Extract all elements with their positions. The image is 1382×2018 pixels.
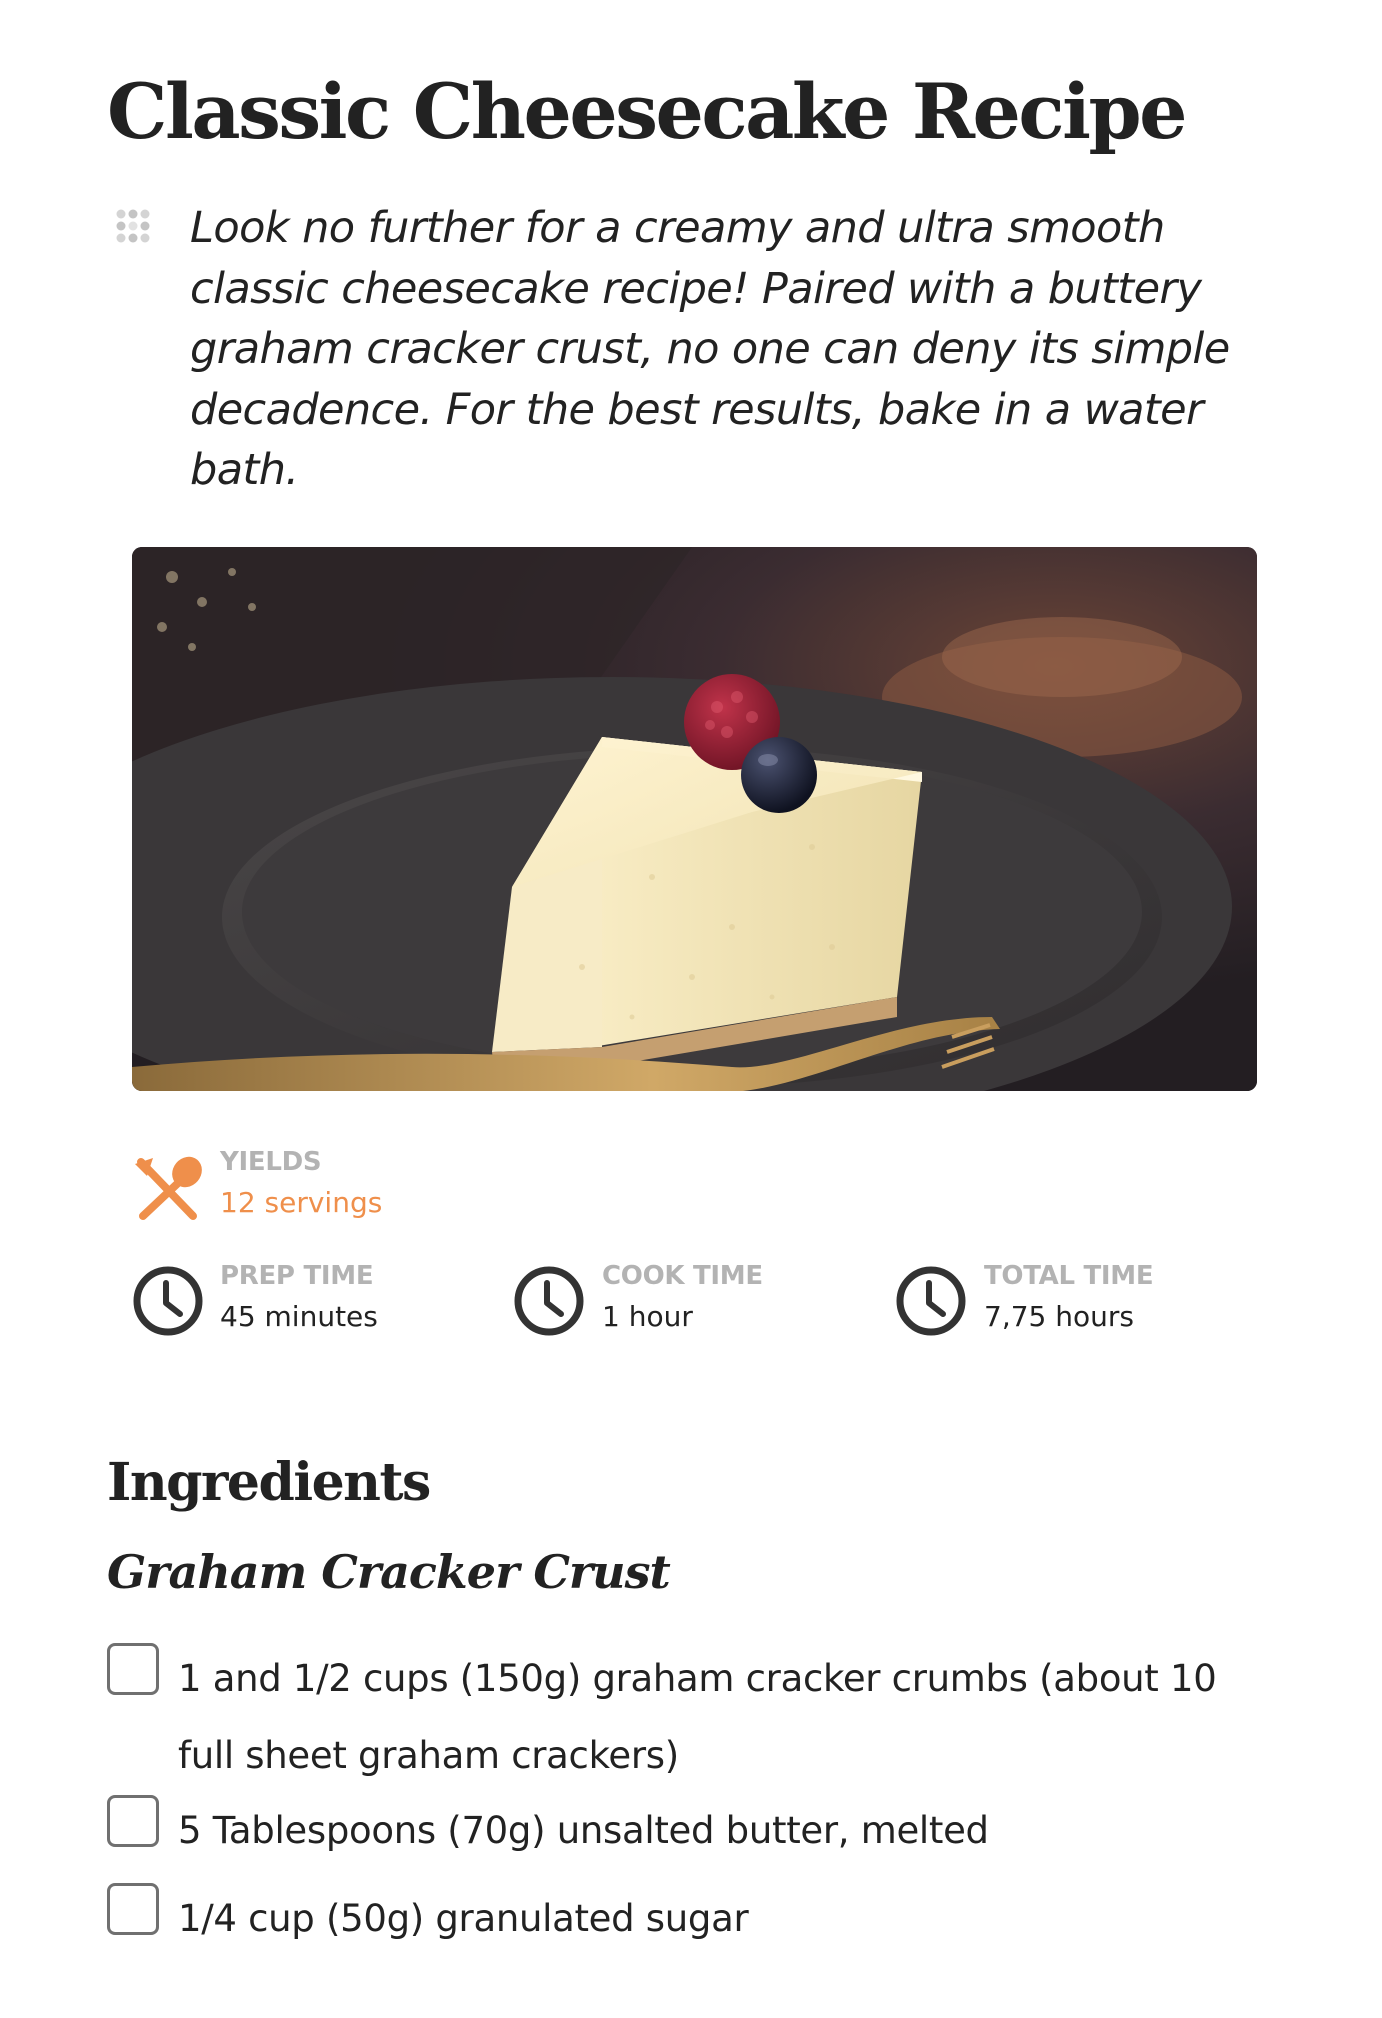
ingredient-item: 1/4 cup (50g) granulated sugar xyxy=(107,1880,1287,1960)
drag-handle-icon[interactable] xyxy=(113,206,153,246)
ingredient-text-line: full sheet graham crackers) xyxy=(178,1734,679,1777)
ingredient-checkbox[interactable] xyxy=(107,1883,159,1935)
ingredient-text: 1 and 1/2 cups (150g) graham cracker cru… xyxy=(178,1640,1278,1794)
prep-time-label: PREP TIME xyxy=(220,1261,374,1291)
ingredient-checkbox[interactable] xyxy=(107,1643,159,1695)
ingredient-group-title: Graham Cracker Crust xyxy=(107,1545,671,1599)
recipe-description: Look no further for a creamy and ultra s… xyxy=(190,203,1230,495)
ingredient-text: 5 Tablespoons (70g) unsalted butter, mel… xyxy=(178,1809,989,1852)
cook-time-value: 1 hour xyxy=(602,1300,693,1333)
prep-time-value: 45 minutes xyxy=(220,1300,378,1333)
yields-value: 12 servings xyxy=(220,1186,383,1219)
total-time-label: TOTAL TIME xyxy=(984,1261,1154,1291)
cook-time-label: COOK TIME xyxy=(602,1261,763,1291)
yields-label: YIELDS xyxy=(220,1147,322,1177)
recipe-title: Classic Cheesecake Recipe xyxy=(107,67,1188,156)
ingredient-item: 5 Tablespoons (70g) unsalted butter, mel… xyxy=(107,1792,1287,1872)
ingredients-heading: Ingredients xyxy=(107,1452,431,1513)
clock-icon xyxy=(132,1265,204,1337)
ingredient-text: 1/4 cup (50g) granulated sugar xyxy=(178,1897,749,1940)
recipe-card: Classic Cheesecake Recipe Look no furthe… xyxy=(0,0,1382,2018)
ingredient-item: 1 and 1/2 cups (150g) graham cracker cru… xyxy=(107,1640,1287,1800)
total-time-value: 7,75 hours xyxy=(984,1300,1134,1333)
recipe-photo xyxy=(132,547,1257,1091)
ingredient-text-line: 1 and 1/2 cups (150g) graham cracker cru… xyxy=(178,1657,1217,1700)
clock-icon xyxy=(513,1265,585,1337)
ingredient-checkbox[interactable] xyxy=(107,1795,159,1847)
clock-icon xyxy=(895,1265,967,1337)
fork-spoon-icon xyxy=(133,1154,203,1224)
